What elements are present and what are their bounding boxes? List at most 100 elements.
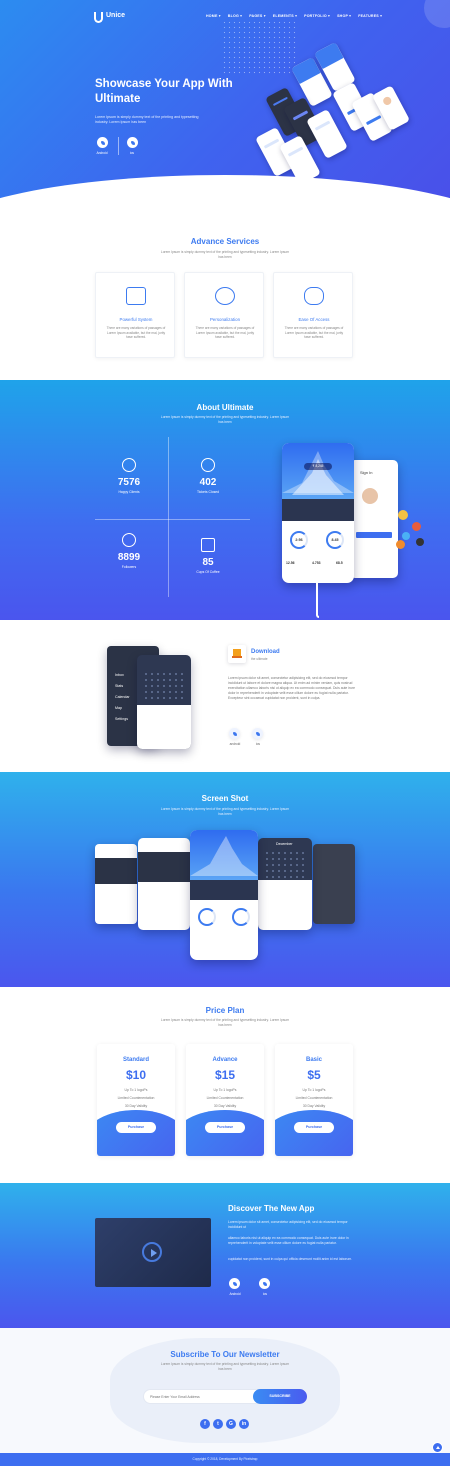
stat-label: Happy Clients xyxy=(118,490,140,494)
nav-item-home[interactable]: HOME ▾ xyxy=(206,14,221,18)
hero-section: Unice HOME ▾ BLOG ▾ PAGES ▾ ELEMENTS ▾ P… xyxy=(0,0,450,215)
plan-feature: 30 Day Validity xyxy=(302,1104,326,1108)
ios-button[interactable] xyxy=(127,137,138,148)
divider xyxy=(118,137,119,155)
smile-icon xyxy=(122,458,136,472)
service-card-title: Ease Of Access xyxy=(298,317,330,322)
grid-icon xyxy=(126,287,146,305)
play-icon[interactable] xyxy=(142,1242,162,1262)
service-card-desc: There are many variations of passages of… xyxy=(284,326,344,339)
stat-tickets-closed: 402 Tickets Closed xyxy=(168,458,248,494)
plan-feature: Up To 1 logoPs xyxy=(124,1088,148,1092)
plan-price: $15 xyxy=(214,1068,236,1082)
android-icon xyxy=(100,140,105,145)
plan-feature: Limited Countenentation xyxy=(117,1096,155,1100)
download-sub: the ultimate xyxy=(251,657,268,661)
apple-icon xyxy=(255,731,260,736)
plan-wave xyxy=(97,1110,175,1156)
screenshot-phone-2 xyxy=(138,838,190,930)
menu-item[interactable]: Map xyxy=(115,703,130,714)
menu-item[interactable]: Stats xyxy=(115,681,130,692)
plan-feature: Up To 1 logoPs xyxy=(213,1088,237,1092)
purchase-button[interactable]: Purchase xyxy=(294,1122,334,1133)
android-button[interactable] xyxy=(229,1278,240,1289)
service-card-title: Personalization xyxy=(209,317,241,322)
facebook-icon[interactable]: f xyxy=(200,1419,210,1429)
signin-label: Sign In xyxy=(360,470,373,475)
service-card-1: Powerful System There are many variation… xyxy=(95,272,175,358)
ios-label: ios xyxy=(129,151,135,155)
service-card-2: Personalization There are many variation… xyxy=(184,272,264,358)
screenshot-section: Screen Shot Lorem Ipsum is simply dummy … xyxy=(0,772,450,987)
hero-desc: Lorem Ipsum is simply dummy text of the … xyxy=(95,115,199,124)
android-label: android xyxy=(229,742,241,746)
hero-wave xyxy=(0,175,450,215)
footer: Copyright © 2018, Development By Pixelst… xyxy=(0,1453,450,1466)
purchase-button[interactable]: Purchase xyxy=(116,1122,156,1133)
brand-name[interactable]: Unice xyxy=(106,12,125,19)
stat-number: 402 xyxy=(199,477,217,488)
service-card-3: Ease Of Access There are many variations… xyxy=(273,272,353,358)
plan-wave xyxy=(275,1110,353,1156)
subscribe-button[interactable]: SUBSCRIBE xyxy=(253,1389,307,1404)
android-label: Android xyxy=(96,151,108,155)
service-card-desc: There are many variations of passages of… xyxy=(195,326,255,339)
stat-label: Followers xyxy=(121,565,137,569)
ios-button[interactable] xyxy=(259,1278,270,1289)
stat-number: 8899 xyxy=(117,552,141,563)
phone-chart-header xyxy=(282,443,354,499)
nav-item-features[interactable]: FEATURES ▾ xyxy=(358,14,382,18)
copyright-text: Copyright © 2018, Development By Pixelst… xyxy=(192,1457,258,1461)
service-card-title: Powerful System xyxy=(119,317,153,322)
stat-label: Tickets Closed xyxy=(196,490,220,494)
discover-section xyxy=(0,1183,450,1328)
nav-item-portfolio[interactable]: PORTFOLIO ▾ xyxy=(304,14,330,18)
video-thumbnail[interactable] xyxy=(95,1218,211,1287)
download-menu: Inbox Stats Calendar Map Settings xyxy=(115,670,130,725)
plan-feature: Limited Countenentation xyxy=(206,1096,244,1100)
menu-item[interactable]: Inbox xyxy=(115,670,130,681)
purchase-button[interactable]: Purchase xyxy=(205,1122,245,1133)
mountain-chart xyxy=(282,451,354,495)
nav-item-elements[interactable]: ELEMENTS ▾ xyxy=(273,14,297,18)
stat-divider-horizontal xyxy=(95,519,250,520)
dot-pattern xyxy=(222,20,296,75)
stat-happy-clients: 7576 Happy Clients xyxy=(89,458,169,494)
apple-icon xyxy=(262,1281,267,1286)
ios-label: ios xyxy=(255,742,261,746)
event-list xyxy=(137,705,191,749)
menu-item[interactable]: Calendar xyxy=(115,692,130,703)
top-nav: Unice HOME ▾ BLOG ▾ PAGES ▾ ELEMENTS ▾ P… xyxy=(0,8,450,26)
foot-value: 12.56 xyxy=(286,561,295,565)
nav-item-pages[interactable]: PAGES ▾ xyxy=(249,14,266,18)
android-button[interactable] xyxy=(97,137,108,148)
screens-sub: Lorem Ipsum is simply dummy text of the … xyxy=(160,807,290,816)
newsletter-title: Subscribe To Our Newsletter xyxy=(170,1350,280,1359)
newsletter-sub: Lorem Ipsum is simply dummy text of the … xyxy=(160,1362,290,1371)
plan-card-basic: Basic $5 Up To 1 logoPs Limited Countene… xyxy=(275,1044,353,1156)
foot-value: 68.5 xyxy=(336,561,343,565)
google-icon[interactable]: G xyxy=(226,1419,236,1429)
phone-badge: ₹ 8,245 xyxy=(304,463,332,470)
logo-icon[interactable] xyxy=(94,12,103,23)
nav-item-shop[interactable]: SHOP ▾ xyxy=(337,14,351,18)
services-title: Advance Services xyxy=(190,237,260,246)
instagram-icon[interactable]: in xyxy=(239,1419,249,1429)
heart-icon xyxy=(122,533,136,547)
floating-icon-4 xyxy=(396,540,405,549)
hero-title: Showcase Your App With Ultimate xyxy=(95,78,233,105)
phone-cable xyxy=(316,583,319,618)
ios-button[interactable] xyxy=(252,728,263,739)
nav-item-blog[interactable]: BLOG ▾ xyxy=(228,14,242,18)
android-button[interactable] xyxy=(229,728,240,739)
plan-feature: Limited Countenentation xyxy=(295,1096,333,1100)
menu-item[interactable]: Settings xyxy=(115,714,130,725)
signin-button[interactable] xyxy=(356,532,392,538)
android-icon xyxy=(232,731,237,736)
plan-name: Advance xyxy=(212,1057,238,1063)
plan-price: $5 xyxy=(307,1068,321,1082)
twitter-icon[interactable]: t xyxy=(213,1419,223,1429)
discover-p3: cupidatat non proident, sunt in culpa qu… xyxy=(228,1257,353,1261)
discover-p1: Lorem ipsum dolor sit amet, consectetur … xyxy=(228,1220,348,1229)
scroll-top-button[interactable] xyxy=(432,1442,443,1453)
